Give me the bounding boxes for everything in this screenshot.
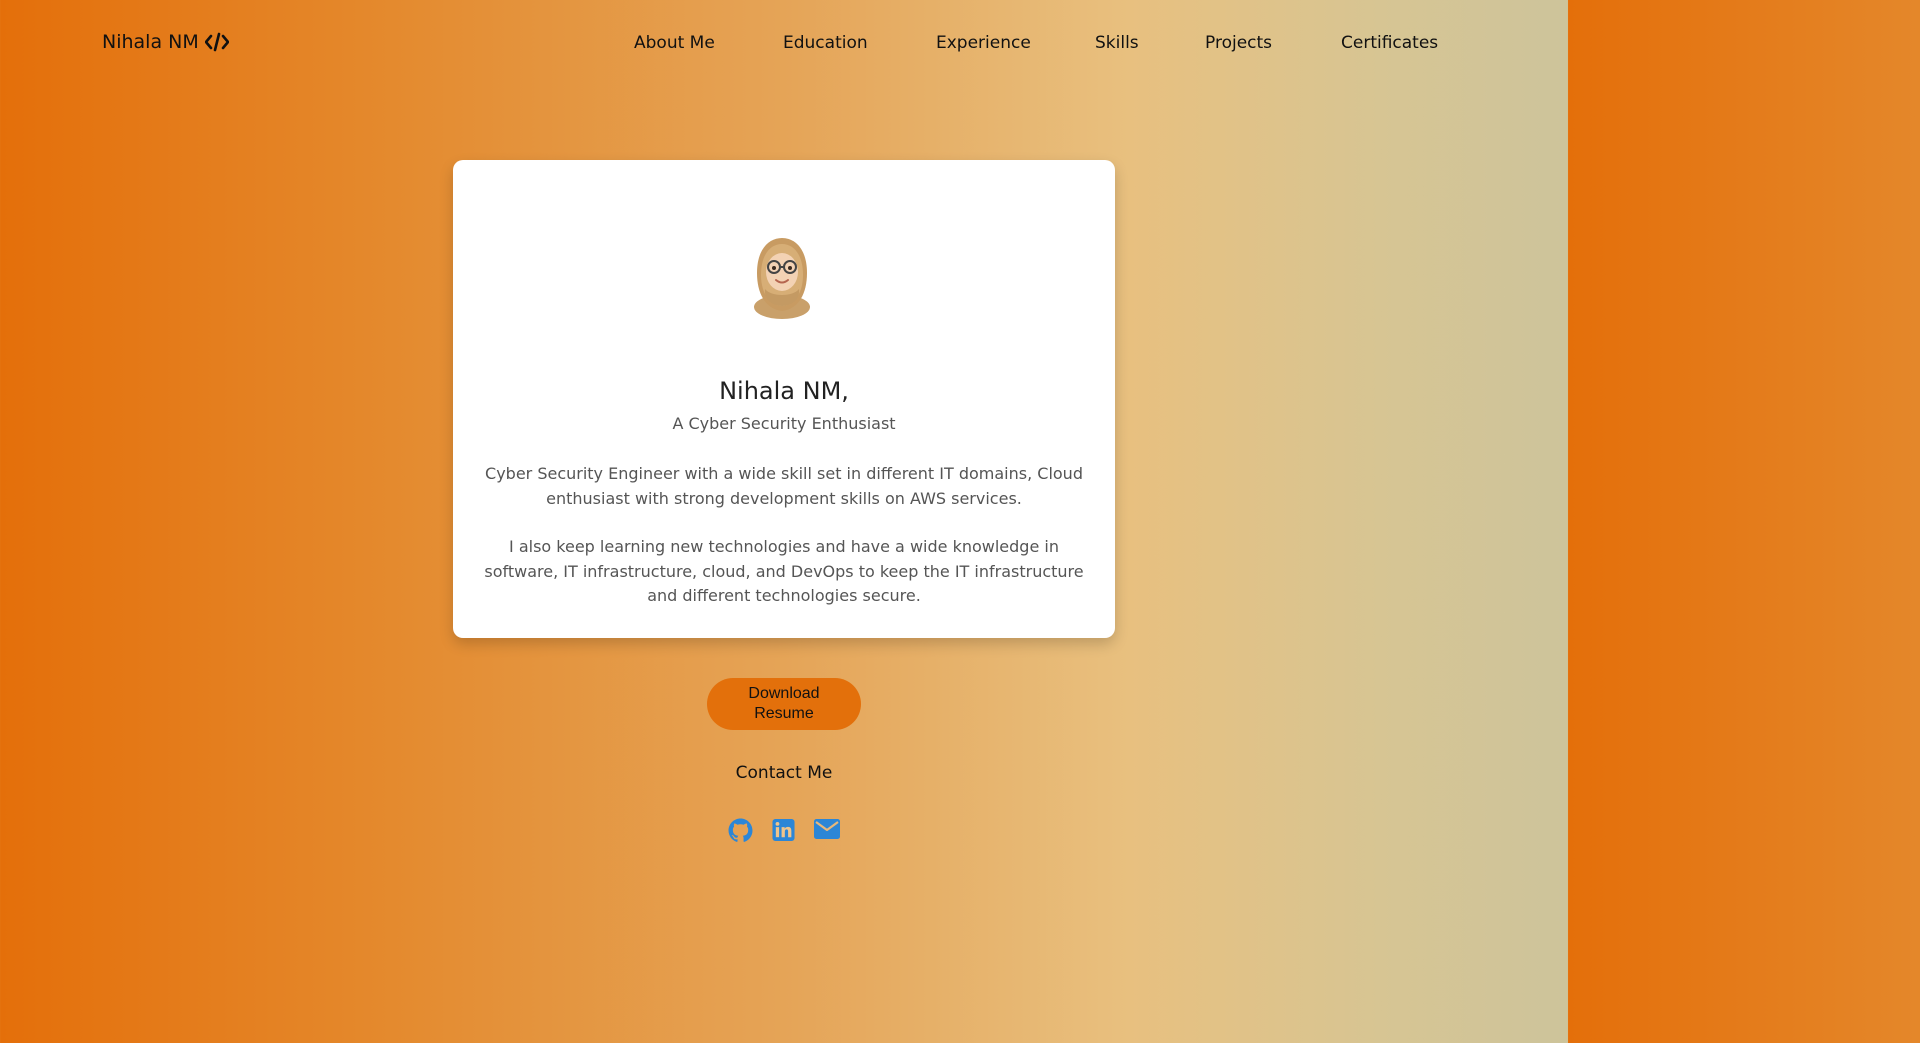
nav-item-certificates[interactable]: Certificates bbox=[1341, 33, 1438, 53]
mail-icon[interactable] bbox=[814, 818, 840, 844]
linkedin-icon[interactable] bbox=[772, 818, 795, 844]
nav-item-about-me[interactable]: About Me bbox=[634, 33, 715, 53]
profile-subtitle: A Cyber Security Enthusiast bbox=[672, 414, 896, 433]
memoji-avatar bbox=[751, 235, 813, 319]
profile-name: Nihala NM, bbox=[719, 377, 849, 405]
profile-card: Nihala NM, A Cyber Security Enthusiast C… bbox=[453, 160, 1115, 638]
github-icon[interactable] bbox=[728, 818, 753, 844]
profile-bio-paragraph: Cyber Security Engineer with a wide skil… bbox=[485, 464, 1083, 508]
nav-item-skills[interactable]: Skills bbox=[1095, 33, 1139, 53]
nav-item-education[interactable]: Education bbox=[783, 33, 868, 53]
main-nav: About Me Education Experience Skills Pro… bbox=[0, 33, 1568, 57]
nav-item-projects[interactable]: Projects bbox=[1205, 33, 1272, 53]
contact-heading: Contact Me bbox=[735, 763, 833, 783]
profile-bio-paragraph: I also keep learning new technologies an… bbox=[484, 537, 1084, 605]
download-resume-button[interactable]: Download Resume bbox=[707, 678, 861, 730]
nav-item-experience[interactable]: Experience bbox=[936, 33, 1031, 53]
